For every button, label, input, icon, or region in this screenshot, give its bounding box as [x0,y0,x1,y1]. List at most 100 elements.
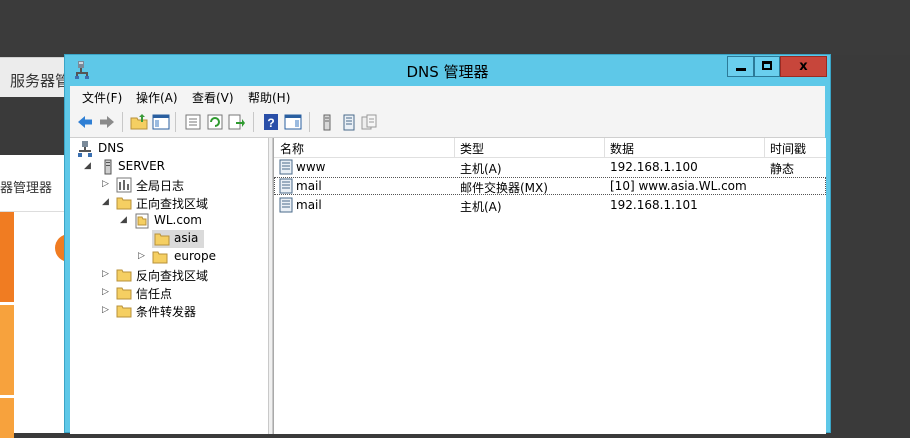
folder-icon [116,287,132,300]
window-title: DNS 管理器 [406,63,489,81]
server-manager-title: 服务器管 [10,72,71,90]
folder-icon [116,305,132,318]
list-header: 名称 类型 数据 时间戳 [274,138,826,158]
toolbar-separator [175,112,176,132]
column-divider[interactable] [764,138,765,157]
mail-exchanger-record-icon [279,178,293,194]
menu-bar: 文件(F) 操作(A) 查看(V) 帮助(H) [70,86,825,108]
table-row[interactable]: www 主机(A) 192.168.1.100 静态 [274,158,826,176]
column-header-type[interactable]: 类型 [460,140,484,157]
tree-label: 信任点 [136,287,173,301]
menu-view[interactable]: 查看(V) [192,89,234,106]
tree-node-trust-points[interactable]: ▷ 信任点 [102,284,262,302]
show-hide-tree-icon[interactable] [152,113,170,131]
maximize-icon [762,61,772,70]
server-manager-panel-title: 器管理器 [0,181,53,196]
column-header-name[interactable]: 名称 [280,140,304,157]
tree-node-global-logs[interactable]: ▷ 全局日志 [102,176,262,194]
tree-label: europe [174,249,216,263]
maximize-button[interactable] [754,56,780,77]
menu-action[interactable]: 操作(A) [136,89,178,106]
title-bar[interactable]: DNS 管理器 x [65,55,830,86]
dns-icon [78,141,92,157]
record-data: 192.168.1.101 [610,198,698,212]
tree-node-server[interactable]: ◢ SERVER [84,158,264,176]
collapsed-chevron-icon[interactable]: ▷ [102,287,112,299]
menu-help[interactable]: 帮助(H) [248,89,290,106]
tree-label: SERVER [118,159,166,173]
up-folder-icon[interactable] [130,113,148,131]
minimize-icon [736,68,746,71]
tree-node-reverse-zones[interactable]: ▷ 反向查找区域 [102,266,262,284]
minimize-button[interactable] [727,56,754,77]
tree-node-zone-wl-com[interactable]: ◢ WL.com [120,212,260,230]
column-header-data[interactable]: 数据 [610,140,634,157]
tree-label: 正向查找区域 [136,197,209,211]
tree-node-forward-zones[interactable]: ◢ 正向查找区域 [102,194,262,212]
tree-label: 全局日志 [136,179,185,193]
column-divider[interactable] [454,138,455,157]
folder-icon [154,233,170,246]
collapsed-chevron-icon[interactable]: ▷ [102,305,112,317]
svg-text:?: ? [267,116,274,130]
event-log-icon [116,177,132,193]
tree-label: 条件转发器 [136,305,197,319]
collapsed-chevron-icon[interactable]: ▷ [138,251,148,263]
desktop-background [0,0,910,55]
refresh-icon[interactable] [206,113,224,131]
dns-manager-window: DNS 管理器 x 文件(F) 操作(A) 查看(V) 帮助(H) ? DNS … [64,54,831,434]
new-mail-exchanger-icon[interactable] [360,113,378,131]
host-record-icon [279,197,293,213]
column-header-timestamp[interactable]: 时间戳 [770,140,806,157]
collapsed-chevron-icon[interactable]: ▷ [102,179,112,191]
record-timestamp: 静态 [770,162,795,176]
new-alias-icon[interactable] [340,113,358,131]
tree-node-europe[interactable]: ▷ europe [138,248,262,266]
tree-node-conditional-forwarders[interactable]: ▷ 条件转发器 [102,302,262,320]
record-name: mail [296,179,322,193]
record-type: 邮件交换器(MX) [460,181,548,195]
show-hide-action-pane-icon[interactable] [284,113,302,131]
host-record-icon [279,159,293,175]
expanded-chevron-icon[interactable]: ◢ [120,215,130,227]
toolbar-separator [309,112,310,132]
folder-icon [152,251,168,264]
server-manager-gap [0,97,70,155]
console-tree: DNS ◢ SERVER ▷ 全局日志 ◢ 正向查找区域 ◢ WL.com as… [70,138,269,434]
table-row[interactable]: mail 邮件交换器(MX) [10] www.asia.WL.com [274,177,826,195]
folder-icon [116,269,132,282]
properties-icon[interactable] [184,113,202,131]
forward-arrow-icon[interactable] [98,113,116,131]
tree-label: DNS [98,141,124,155]
close-icon: x [799,59,808,74]
record-type: 主机(A) [460,200,502,214]
record-name: www [296,160,326,174]
record-data: 192.168.1.100 [610,160,698,174]
expanded-chevron-icon[interactable]: ◢ [102,197,112,209]
tree-node-dns[interactable]: DNS [78,140,258,158]
tree-label: 反向查找区域 [136,269,209,283]
server-manager-panel: 器管理器 [0,155,70,438]
close-button[interactable]: x [780,56,827,77]
tree-label: asia [174,231,199,245]
tree-node-asia[interactable]: asia [152,230,262,248]
help-icon[interactable]: ? [262,113,280,131]
back-arrow-icon[interactable] [76,113,94,131]
server-manager-header: 服务器管 [0,57,70,98]
table-row[interactable]: mail 主机(A) 192.168.1.101 [274,196,826,214]
tile-accent [0,398,14,438]
record-type: 主机(A) [460,162,502,176]
record-data: [10] www.asia.WL.com [610,179,747,193]
collapsed-chevron-icon[interactable]: ▷ [102,269,112,281]
server-icon [104,159,112,175]
zone-icon [135,213,149,229]
tile-accent [0,212,14,302]
records-list: 名称 类型 数据 时间戳 www 主机(A) 192.168.1.100 静态 … [273,138,826,434]
export-list-icon[interactable] [228,113,246,131]
column-divider[interactable] [604,138,605,157]
folder-icon [116,197,132,210]
expanded-chevron-icon[interactable]: ◢ [84,161,94,173]
menu-file[interactable]: 文件(F) [82,89,122,106]
new-host-icon[interactable] [318,113,336,131]
toolbar-separator [253,112,254,132]
